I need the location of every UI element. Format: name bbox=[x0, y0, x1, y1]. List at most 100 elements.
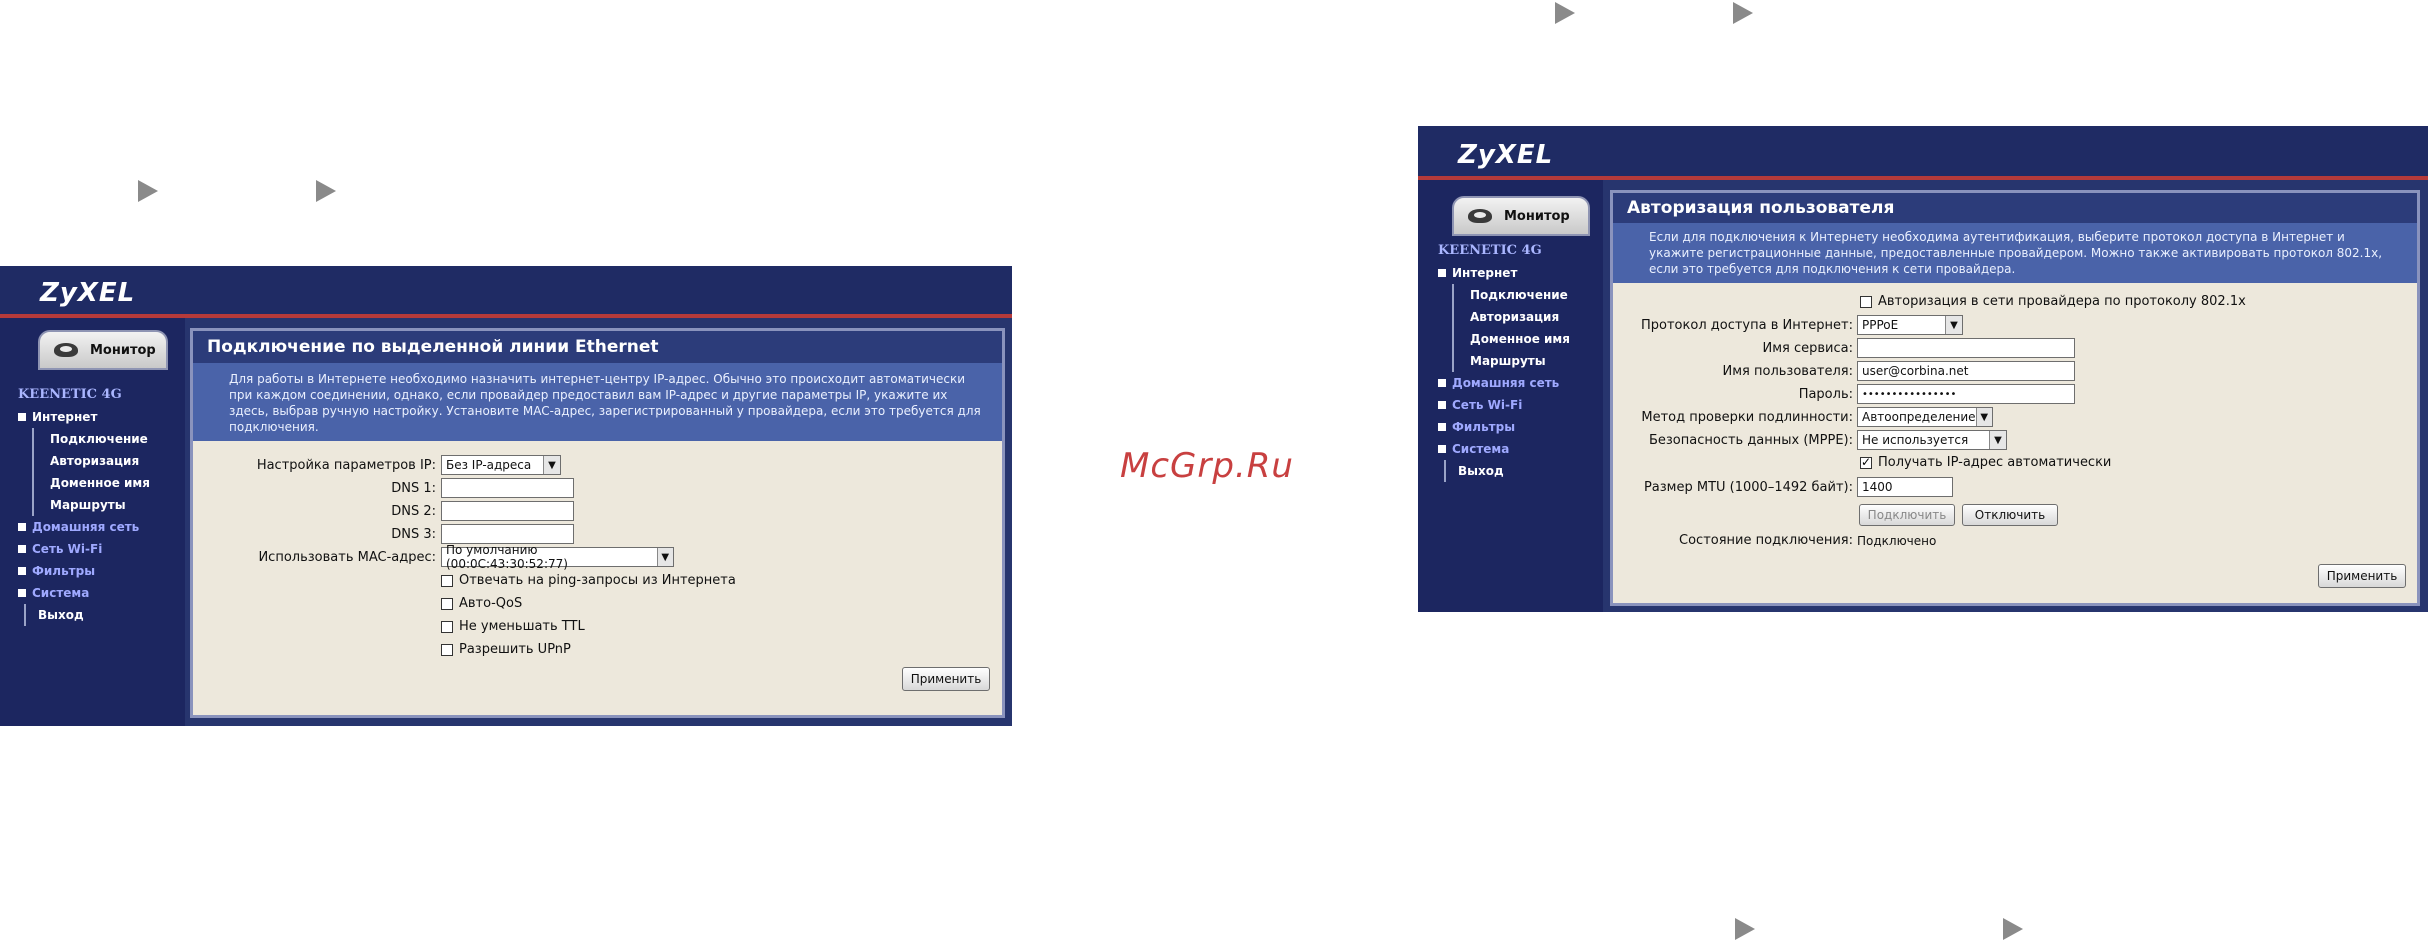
password-row: Пароль: •••••••••••••••• bbox=[1613, 384, 2075, 404]
sidebar-logout-wrap: Выход bbox=[24, 604, 150, 626]
monitor-icon bbox=[1468, 209, 1492, 223]
chevron-down-icon: ▼ bbox=[1945, 316, 1962, 334]
sidebar-item-authorization[interactable]: Авторизация bbox=[50, 450, 150, 472]
watermark: McGrp.Ru bbox=[1120, 446, 1294, 486]
sidebar-item-filters[interactable]: Фильтры bbox=[18, 560, 150, 582]
security-select[interactable]: Не используется ▼ bbox=[1857, 430, 2007, 450]
page-title: Подключение по выделенной линии Ethernet bbox=[193, 331, 1002, 363]
ttl-row[interactable]: Не уменьшать TTL bbox=[441, 619, 585, 634]
apply-button[interactable]: Применить bbox=[902, 667, 990, 691]
mtu-input[interactable]: 1400 bbox=[1857, 477, 1953, 497]
ip-settings-label: Настройка параметров IP: bbox=[256, 457, 436, 473]
sidebar-item-connection[interactable]: Подключение bbox=[50, 428, 150, 450]
monitor-tab[interactable]: Монитор bbox=[38, 330, 168, 370]
qos-row[interactable]: Авто-QoS bbox=[441, 596, 522, 611]
mtu-label: Размер MTU (1000–1492 байт): bbox=[1643, 479, 1853, 495]
monitor-tab[interactable]: Монитор bbox=[1452, 196, 1590, 236]
expand-icon bbox=[18, 545, 26, 553]
apply-button[interactable]: Применить bbox=[2318, 564, 2406, 588]
dns2-input[interactable] bbox=[441, 501, 574, 521]
dns1-label: DNS 1: bbox=[391, 480, 436, 496]
mac-label: Использовать MAC-адрес: bbox=[258, 549, 436, 565]
upnp-row[interactable]: Разрешить UPnP bbox=[441, 642, 571, 657]
protocol-row: Протокол доступа в Интернет: PPPoE ▼ bbox=[1613, 315, 1963, 335]
dns1-input[interactable] bbox=[441, 478, 574, 498]
upnp-checkbox[interactable] bbox=[441, 643, 453, 656]
auth-method-label: Метод проверки подлинности: bbox=[1641, 409, 1853, 425]
sidebar-item-home-network[interactable]: Домашняя сеть bbox=[1438, 372, 1570, 394]
dns2-label: DNS 2: bbox=[391, 503, 436, 519]
mac-row: Использовать MAC-адрес: По умолчанию (00… bbox=[193, 543, 674, 571]
auth8021x-row[interactable]: Авторизация в сети провайдера по протоко… bbox=[1860, 294, 2246, 309]
chevron-down-icon: ▼ bbox=[1975, 408, 1992, 426]
sidebar-item-domain-name[interactable]: Доменное имя bbox=[50, 472, 150, 494]
chevron-down-icon: ▼ bbox=[656, 548, 673, 566]
ping-checkbox[interactable] bbox=[441, 574, 453, 587]
sidebar-item-logout[interactable]: Выход bbox=[1458, 460, 1570, 482]
sidebar-item-wifi[interactable]: Сеть Wi-Fi bbox=[1438, 394, 1570, 416]
username-input[interactable]: user@corbina.net bbox=[1857, 361, 2075, 381]
status-label: Состояние подключения: bbox=[1679, 533, 1853, 548]
sidebar-item-routes[interactable]: Маршруты bbox=[50, 494, 150, 516]
dns3-row: DNS 3: bbox=[193, 524, 574, 544]
sidebar-item-domain-name[interactable]: Доменное имя bbox=[1470, 328, 1570, 350]
sidebar-nav: KEENETIC 4G Интернет Подключение Авториз… bbox=[18, 384, 150, 626]
status-value: Подключено bbox=[1857, 533, 1937, 548]
password-label: Пароль: bbox=[1798, 386, 1853, 402]
service-row: Имя сервиса: bbox=[1613, 338, 2075, 358]
password-input[interactable]: •••••••••••••••• bbox=[1857, 384, 2075, 404]
sidebar-item-logout[interactable]: Выход bbox=[38, 604, 150, 626]
ttl-checkbox[interactable] bbox=[441, 620, 453, 633]
service-input[interactable] bbox=[1857, 338, 2075, 358]
ip-settings-row: Настройка параметров IP: Без IP-адреса ▼ bbox=[193, 455, 561, 475]
disconnect-button[interactable]: Отключить bbox=[1962, 504, 2058, 526]
content-area: Авторизация пользователя Если для подклю… bbox=[1610, 190, 2420, 606]
auth-method-row: Метод проверки подлинности: Автоопределе… bbox=[1613, 407, 1993, 427]
auth8021x-checkbox[interactable] bbox=[1860, 295, 1872, 308]
qos-checkbox[interactable] bbox=[441, 597, 453, 610]
arrow-right-icon bbox=[138, 180, 158, 202]
protocol-label: Протокол доступа в Интернет: bbox=[1641, 317, 1853, 333]
connect-button[interactable]: Подключить bbox=[1859, 504, 1955, 526]
sidebar-subitems: Подключение Авторизация Доменное имя Мар… bbox=[1452, 284, 1570, 372]
sidebar-item-system[interactable]: Система bbox=[18, 582, 150, 604]
sidebar-item-system[interactable]: Система bbox=[1438, 438, 1570, 460]
arrow-right-icon bbox=[316, 180, 336, 202]
dns3-input[interactable] bbox=[441, 524, 574, 544]
service-label: Имя сервиса: bbox=[1762, 340, 1854, 356]
dns2-row: DNS 2: bbox=[193, 501, 574, 521]
auto-ip-row[interactable]: Получать IP-адрес автоматически bbox=[1860, 455, 2111, 470]
ip-settings-select[interactable]: Без IP-адреса ▼ bbox=[441, 455, 561, 475]
monitor-tab-label: Монитор bbox=[1504, 208, 1570, 224]
zyxel-logo: ZyXEL bbox=[1458, 140, 1554, 170]
expand-icon bbox=[1438, 401, 1446, 409]
monitor-icon bbox=[54, 343, 78, 357]
brand-label: KEENETIC 4G bbox=[18, 387, 122, 402]
mac-select[interactable]: По умолчанию (00:0C:43:30:52:77) ▼ bbox=[441, 543, 674, 571]
sidebar-item-routes[interactable]: Маршруты bbox=[1470, 350, 1570, 372]
auto-ip-checkbox[interactable] bbox=[1860, 455, 1872, 469]
status-row: Состояние подключения: Подключено bbox=[1613, 533, 1936, 548]
sidebar-logout-wrap: Выход bbox=[1444, 460, 1570, 482]
sidebar-item-authorization[interactable]: Авторизация bbox=[1470, 306, 1570, 328]
ping-row[interactable]: Отвечать на ping-запросы из Интернета bbox=[441, 573, 736, 588]
monitor-tab-label: Монитор bbox=[90, 342, 156, 358]
mtu-row: Размер MTU (1000–1492 байт): 1400 bbox=[1613, 477, 1953, 497]
sidebar-item-home-network[interactable]: Домашняя сеть bbox=[18, 516, 150, 538]
header bbox=[1418, 126, 2428, 180]
sidebar-item-internet[interactable]: Интернет bbox=[1438, 262, 1570, 284]
expand-icon bbox=[1438, 269, 1446, 277]
expand-icon bbox=[1438, 379, 1446, 387]
auth-method-select[interactable]: Автоопределение ▼ bbox=[1857, 407, 1993, 427]
username-row: Имя пользователя: user@corbina.net bbox=[1613, 361, 2075, 381]
zyxel-logo: ZyXEL bbox=[40, 278, 136, 308]
sidebar-item-filters[interactable]: Фильтры bbox=[1438, 416, 1570, 438]
arrow-right-icon bbox=[1735, 918, 1755, 940]
sidebar-item-wifi[interactable]: Сеть Wi-Fi bbox=[18, 538, 150, 560]
sidebar-item-internet[interactable]: Интернет bbox=[18, 406, 150, 428]
sidebar-item-connection[interactable]: Подключение bbox=[1470, 284, 1570, 306]
content-area: Подключение по выделенной линии Ethernet… bbox=[190, 328, 1005, 718]
page-description: Для работы в Интернете необходимо назнач… bbox=[193, 363, 1002, 441]
dns1-row: DNS 1: bbox=[193, 478, 574, 498]
protocol-select[interactable]: PPPoE ▼ bbox=[1857, 315, 1963, 335]
